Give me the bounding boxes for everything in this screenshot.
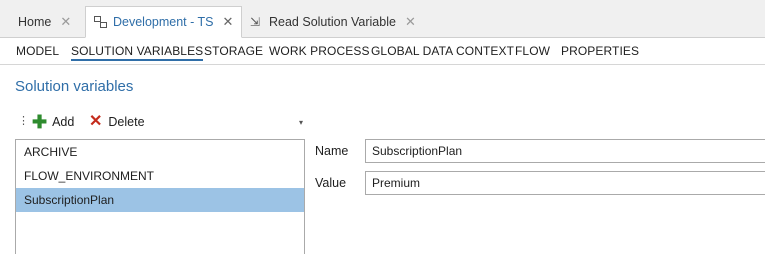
tab-home[interactable]: Home ✕ xyxy=(10,6,79,38)
delete-button[interactable]: ✕ Delete xyxy=(89,113,145,131)
variables-toolbar: ⋮ ✚ Add ✕ Delete ▾ xyxy=(14,113,307,131)
nav-flow[interactable]: FLOW xyxy=(515,44,550,58)
tab-home-label: Home xyxy=(18,15,52,29)
nav-model[interactable]: MODEL xyxy=(16,44,59,58)
name-label: Name xyxy=(315,144,349,158)
nav-solution-variables[interactable]: SOLUTION VARIABLES xyxy=(71,44,204,61)
step-icon: ⇲ xyxy=(250,15,261,29)
list-item[interactable]: FLOW_ENVIRONMENT xyxy=(16,164,304,188)
panel-title: Solution variables xyxy=(15,78,134,95)
nav-global-data-context[interactable]: GLOBAL DATA CONTEXT xyxy=(371,44,514,58)
flow-diagram-icon xyxy=(94,16,107,28)
document-tab-bar: Home ✕ Development - TS ✕ ⇲ Read Solutio… xyxy=(0,0,765,38)
nav-work-process[interactable]: WORK PROCESS xyxy=(269,44,370,58)
tab-read-solution-variable-label: Read Solution Variable xyxy=(269,15,396,29)
section-nav: MODEL SOLUTION VARIABLES STORAGE WORK PR… xyxy=(0,39,765,65)
value-label: Value xyxy=(315,176,347,190)
tab-development-ts[interactable]: Development - TS ✕ xyxy=(85,6,243,38)
list-item-selected[interactable]: SubscriptionPlan xyxy=(16,188,304,212)
nav-properties[interactable]: PROPERTIES xyxy=(561,44,639,58)
list-item[interactable]: ARCHIVE xyxy=(16,140,304,164)
tab-read-solution-variable[interactable]: ⇲ Read Solution Variable ✕ xyxy=(242,6,424,38)
value-field[interactable] xyxy=(365,171,765,195)
toolbar-overflow-icon[interactable]: ▾ xyxy=(299,118,303,127)
name-field[interactable] xyxy=(365,139,765,163)
toolbar-grip-icon[interactable]: ⋮ xyxy=(18,115,29,127)
delete-button-label: Delete xyxy=(108,115,145,129)
nav-storage[interactable]: STORAGE xyxy=(204,44,263,58)
delete-x-icon: ✕ xyxy=(89,113,103,130)
add-button-label: Add xyxy=(52,115,75,129)
plus-icon: ✚ xyxy=(32,112,48,132)
close-icon[interactable]: ✕ xyxy=(223,14,234,30)
tab-development-label: Development - TS xyxy=(113,15,214,29)
close-icon[interactable]: ✕ xyxy=(405,14,416,30)
close-icon[interactable]: ✕ xyxy=(60,14,71,30)
solution-variables-list[interactable]: ARCHIVE FLOW_ENVIRONMENT SubscriptionPla… xyxy=(15,139,305,254)
add-button[interactable]: ✚ Add xyxy=(32,113,74,131)
